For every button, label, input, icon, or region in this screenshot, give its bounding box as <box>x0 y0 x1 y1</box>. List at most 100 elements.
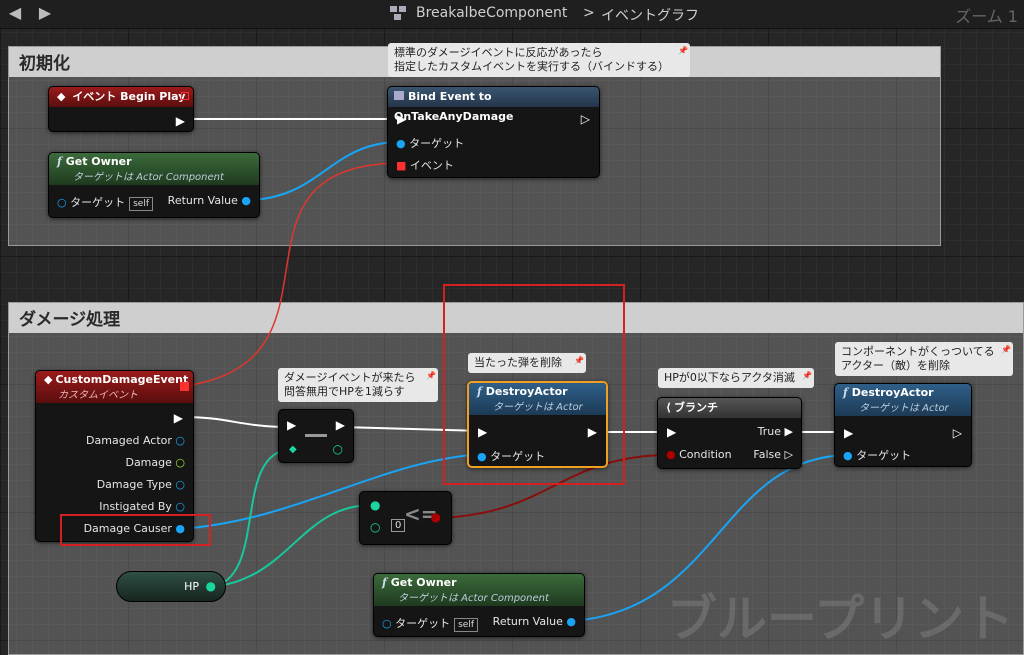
decrement-note-line-1: ダメージイベントが来たら <box>284 371 416 384</box>
node-decrement-macro[interactable]: ▶ ▶ ◆ ○ <box>278 409 354 463</box>
pin-instigated-by-label: Instigated By <box>99 500 172 513</box>
bind-target-label: ターゲット <box>409 137 465 150</box>
bind-note-bubble[interactable]: 標準のダメージイベントに反応があったら 指定したカスタムイベントを実行する（バイ… <box>388 43 690 77</box>
exec-out-pin[interactable]: ▶ <box>174 411 183 425</box>
bind-event-title: Bind Event to OnTakeAnyDamage <box>394 90 514 123</box>
node-begin-play[interactable]: ◆ イベント Begin Play ▶ <box>48 86 194 132</box>
function-icon: f <box>382 576 387 589</box>
event-diamond-icon: ◆ <box>57 90 66 103</box>
get-owner-1-target-pin[interactable]: ○ ターゲット self <box>57 194 154 211</box>
node-branch[interactable]: ⟨ ブランチ ▶ True ▶ ● Condition False ▷ <box>657 397 802 469</box>
exec-out-pin[interactable]: ▶ <box>336 418 345 432</box>
get-owner-1-return-label: Return Value <box>167 194 238 207</box>
branch-header: ⟨ ブランチ <box>658 398 801 418</box>
bind-note-line-1: 標準のダメージイベントに反応があったら <box>394 46 603 59</box>
node-get-owner-1[interactable]: f Get Owner ターゲットは Actor Component ○ ターゲッ… <box>48 152 260 218</box>
branch-true-pin[interactable]: True ▶ <box>758 425 793 438</box>
exec-in-pin[interactable]: ▶ <box>667 425 676 439</box>
hp-note-bubble[interactable]: HPが0以下ならアクタ消滅 📌 <box>658 368 814 388</box>
node-compare-le[interactable]: ● ○ 0 <= ● <box>359 491 452 545</box>
bind-icon <box>394 91 404 100</box>
pin-damage-type[interactable]: Damage Type ○ <box>97 478 185 491</box>
hp-out-pin[interactable]: ● <box>206 579 216 593</box>
pin-damage-label: Damage <box>125 456 172 469</box>
destroy-2-title: DestroyActor <box>851 386 934 399</box>
bool-out-pin[interactable]: ● <box>431 510 441 524</box>
pin-damaged-actor-label: Damaged Actor <box>86 434 172 447</box>
node-bind-event[interactable]: Bind Event to OnTakeAnyDamage ▶ ▷ ● ターゲッ… <box>387 86 600 178</box>
blueprint-watermark: ブループリント <box>667 590 1014 648</box>
decrement-note-bubble[interactable]: ダメージイベントが来たら 問答無用でHPを1減らす 📌 <box>278 368 438 402</box>
self-box: self <box>129 197 154 211</box>
exec-in-pin[interactable]: ▶ <box>844 426 853 440</box>
component-note-bubble[interactable]: コンポーネントがくっついてる アクター（敵）を削除 📌 <box>835 342 1013 376</box>
node-get-owner-2[interactable]: f Get Owner ターゲットは Actor Component ○ ターゲッ… <box>373 573 585 637</box>
branch-false-label: False <box>753 448 782 461</box>
pin-icon[interactable]: 📌 <box>678 44 688 58</box>
delegate-pin[interactable] <box>180 382 189 391</box>
self-box: self <box>454 618 479 632</box>
get-owner-1-target-label: ターゲット <box>70 196 126 209</box>
pin-instigated-by[interactable]: Instigated By ○ <box>99 500 185 513</box>
destroy-2-target-pin[interactable]: ● ターゲット <box>843 447 911 463</box>
highlight-frame-damage-causer <box>60 514 211 546</box>
node-begin-play-header: ◆ イベント Begin Play <box>49 87 193 107</box>
component-note-line-2: アクター（敵）を削除 <box>841 359 951 372</box>
delegate-pin[interactable] <box>181 92 189 100</box>
branch-title: ブランチ <box>674 401 719 414</box>
bind-event-header: Bind Event to OnTakeAnyDamage <box>388 87 599 123</box>
node-hp-variable[interactable]: HP ● <box>116 571 226 602</box>
get-owner-1-subtitle: ターゲットは Actor Component <box>73 172 224 183</box>
get-owner-2-subtitle: ターゲットは Actor Component <box>398 593 549 604</box>
branch-condition-label: Condition <box>679 448 732 461</box>
exec-in-pin[interactable]: ▶ <box>397 112 406 126</box>
exec-out-pin[interactable]: ▷ <box>953 426 962 440</box>
pin-damaged-actor[interactable]: Damaged Actor ○ <box>86 434 185 447</box>
int-in-pin[interactable]: ◆ <box>289 444 297 455</box>
function-icon: f <box>843 386 848 399</box>
begin-play-title: イベント Begin Play <box>72 90 186 103</box>
event-diamond-icon: ◆ <box>44 373 53 386</box>
get-owner-1-header: f Get Owner ターゲットは Actor Component <box>49 153 259 185</box>
get-owner-2-target-pin[interactable]: ○ ターゲット self <box>382 615 479 632</box>
bind-event-pin[interactable]: ■ イベント <box>396 157 454 173</box>
get-owner-2-return-label: Return Value <box>492 615 563 628</box>
branch-false-pin[interactable]: False ▷ <box>753 448 793 461</box>
branch-icon: ⟨ <box>666 401 672 414</box>
destroy-2-subtitle: ターゲットは Actor <box>859 403 949 414</box>
node-destroy-actor-2[interactable]: f DestroyActor ターゲットは Actor ▶ ▷ ● ターゲット <box>834 383 972 467</box>
destroy-2-target-label: ターゲット <box>856 449 912 462</box>
decrement-note-line-2: 問答無用でHPを1減らす <box>284 385 405 398</box>
get-owner-2-header: f Get Owner ターゲットは Actor Component <box>374 574 584 606</box>
exec-out-pin[interactable]: ▶ <box>176 114 185 128</box>
branch-true-label: True <box>757 425 782 438</box>
highlight-frame-destroy <box>443 284 625 485</box>
pin-icon[interactable]: 📌 <box>426 369 436 383</box>
exec-out-pin[interactable]: ▷ <box>581 112 590 126</box>
pin-damage[interactable]: Damage ○ <box>125 456 185 469</box>
hp-variable-label: HP <box>184 580 199 593</box>
get-owner-2-target-label: ターゲット <box>395 617 451 630</box>
pin-icon[interactable]: 📌 <box>802 369 812 383</box>
hp-note-text: HPが0以下ならアクタ消滅 <box>664 371 795 384</box>
int-b-pin[interactable]: ○ <box>370 520 380 534</box>
int-out-pin[interactable]: ○ <box>333 442 343 456</box>
get-owner-1-title: Get Owner <box>65 155 132 168</box>
bind-event-label: イベント <box>409 159 454 172</box>
branch-condition-pin[interactable]: ● Condition <box>666 448 732 461</box>
get-owner-2-return-pin[interactable]: Return Value ● <box>493 615 576 628</box>
pin-damage-type-label: Damage Type <box>96 478 172 491</box>
pin-icon[interactable]: 📌 <box>1001 343 1011 357</box>
bind-note-line-2: 指定したカスタムイベントを実行する（バインドする） <box>394 60 669 73</box>
custom-event-header: ◆ CustomDamageEvent カスタムイベント <box>36 371 193 403</box>
get-owner-1-return-pin[interactable]: Return Value ● <box>168 194 251 207</box>
custom-event-subtitle: カスタムイベント <box>58 390 138 401</box>
component-note-line-1: コンポーネントがくっついてる <box>841 345 995 358</box>
get-owner-2-title: Get Owner <box>390 576 457 589</box>
destroy-2-header: f DestroyActor ターゲットは Actor <box>835 384 971 416</box>
exec-in-pin[interactable]: ▶ <box>287 418 296 432</box>
custom-event-title: CustomDamageEvent <box>55 373 189 386</box>
int-a-pin[interactable]: ● <box>370 498 380 512</box>
decrement-icon <box>305 434 327 437</box>
bind-target-pin[interactable]: ● ターゲット <box>396 135 464 151</box>
